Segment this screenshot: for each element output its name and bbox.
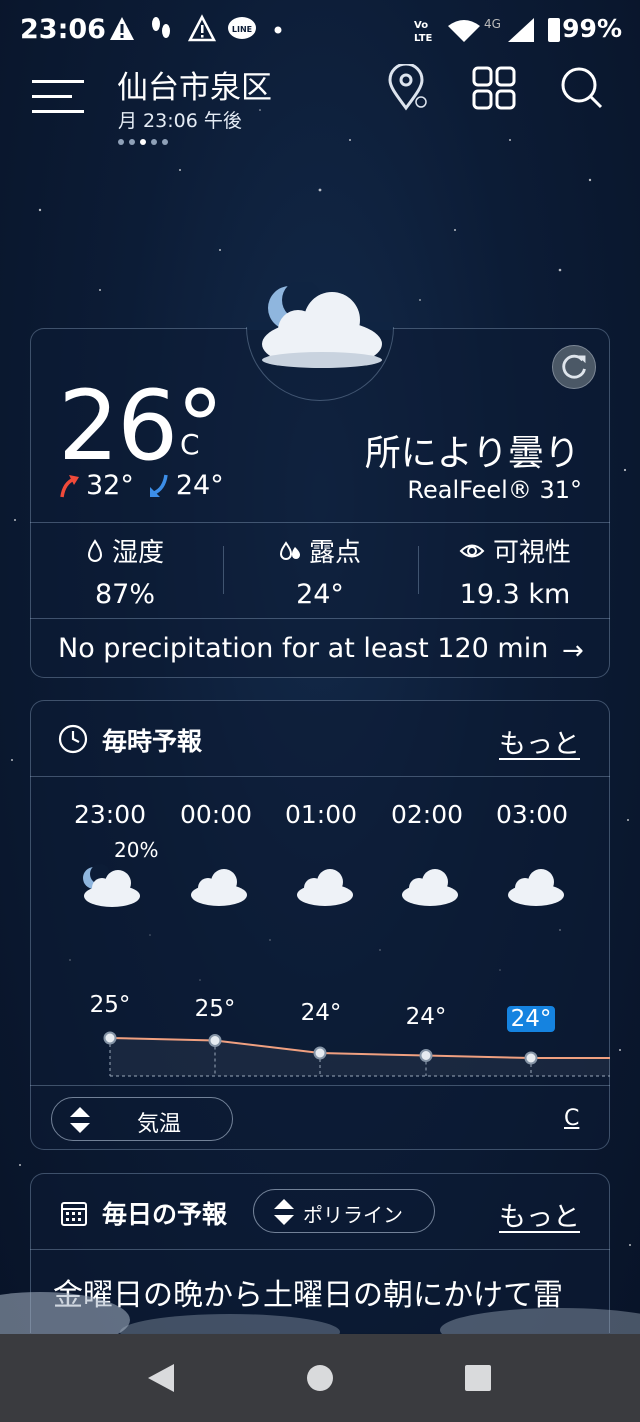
hour-temp: 24° xyxy=(405,1004,447,1030)
search-icon[interactable] xyxy=(558,64,606,112)
visibility-value: 19.3 km xyxy=(459,579,571,610)
temp-point xyxy=(313,1046,327,1060)
precip-probability: 20% xyxy=(114,838,159,862)
dewpoint-stat: 露点 24° xyxy=(225,532,415,610)
warning-outline-icon xyxy=(187,14,217,42)
metric-selector-label: 気温 xyxy=(137,1112,182,1137)
hour-label: 01:00 xyxy=(284,800,358,829)
hourly-more-link[interactable]: もっと xyxy=(499,722,580,761)
humidity-label: 湿度 xyxy=(111,538,164,568)
battery-icon xyxy=(548,18,560,42)
low-arrow-icon xyxy=(149,474,168,497)
hour-temp: 25° xyxy=(89,992,131,1018)
temp-point xyxy=(208,1034,222,1047)
hour-label: 00:00 xyxy=(179,800,253,829)
hourly-title: 毎時予報 xyxy=(102,727,203,756)
eye-icon xyxy=(459,544,485,557)
humidity-icon xyxy=(87,538,102,562)
status-time: 23:06 xyxy=(20,14,106,45)
location-pin-icon[interactable] xyxy=(384,64,432,112)
hour-temp: 24° xyxy=(300,1000,342,1026)
refresh-button[interactable] xyxy=(552,345,596,389)
current-temperature: 26° xyxy=(58,370,224,482)
hour-label: 23:00 xyxy=(73,800,147,829)
daily-more-link[interactable]: もっと xyxy=(499,1195,580,1234)
temp-point xyxy=(524,1051,538,1065)
location-subtitle: 月 23:06 午後 xyxy=(118,110,242,132)
temp-point xyxy=(419,1049,433,1062)
menu-button[interactable] xyxy=(32,76,84,118)
home-button[interactable] xyxy=(306,1364,334,1392)
hour-label: 02:00 xyxy=(390,800,464,829)
hour-temp: 25° xyxy=(194,996,236,1022)
cloudy-night-icon xyxy=(262,282,382,368)
sort-updown-icon xyxy=(274,1199,294,1225)
grid-layout-icon[interactable] xyxy=(470,64,518,112)
clock-icon xyxy=(58,724,88,754)
page-indicator xyxy=(118,139,168,145)
svg-text:LINE: LINE xyxy=(232,25,252,34)
svg-text:4G: 4G xyxy=(484,17,501,31)
daily-view-label: ポリライン xyxy=(303,1203,403,1227)
arrow-right-icon[interactable]: → xyxy=(562,636,584,666)
selected-hour-temp: 24° xyxy=(491,1006,571,1032)
cloud-icon xyxy=(297,869,353,906)
sort-updown-icon xyxy=(70,1107,90,1133)
signal-icon xyxy=(508,18,534,42)
cloudy-night-icon xyxy=(83,864,140,907)
temp-point xyxy=(103,1031,117,1045)
high-temp: 32° xyxy=(86,470,134,501)
hour-label: 03:00 xyxy=(495,800,569,829)
connectivity-icons: Vo LTE 4G xyxy=(414,17,560,44)
line-app-icon: LINE xyxy=(228,17,256,39)
svg-text:LTE: LTE xyxy=(414,33,433,44)
daily-title: 毎日の予報 xyxy=(102,1200,228,1229)
low-temp: 24° xyxy=(175,470,224,501)
notification-icons: LINE xyxy=(110,14,282,42)
cloud-icon xyxy=(508,869,564,906)
location-title[interactable]: 仙台市泉区 xyxy=(117,62,272,107)
cloud-icon xyxy=(402,869,458,906)
precipitation-text[interactable]: No precipitation for at least 120 min xyxy=(58,633,548,664)
recents-button[interactable] xyxy=(465,1365,491,1391)
unit-toggle[interactable]: C xyxy=(564,1106,579,1131)
condition-text: 所により曇り xyxy=(364,433,580,474)
temperature-unit: C xyxy=(180,428,200,461)
more-notifications-dot xyxy=(274,26,282,34)
dewpoint-label: 露点 xyxy=(308,538,361,568)
visibility-label: 可視性 xyxy=(492,538,571,568)
warning-icon xyxy=(110,17,134,40)
realfeel-text: RealFeel® 31° xyxy=(407,476,582,504)
humidity-stat: 湿度 87% xyxy=(30,532,220,610)
footsteps-icon xyxy=(152,17,170,38)
cloud-icon xyxy=(191,869,247,906)
cloud-decoration xyxy=(0,1292,640,1340)
high-arrow-icon xyxy=(60,474,79,497)
dewpoint-value: 24° xyxy=(296,579,344,610)
humidity-value: 87% xyxy=(94,579,155,610)
back-button[interactable] xyxy=(146,1362,176,1394)
calendar-icon xyxy=(61,1202,87,1226)
battery-percent: 99% xyxy=(562,14,622,43)
svg-text:Vo: Vo xyxy=(414,20,428,31)
high-low: 32° 24° xyxy=(58,470,224,501)
dewpoint-icon xyxy=(279,540,300,560)
visibility-stat: 可視性 19.3 km xyxy=(420,532,610,610)
wifi-icon xyxy=(448,20,480,42)
